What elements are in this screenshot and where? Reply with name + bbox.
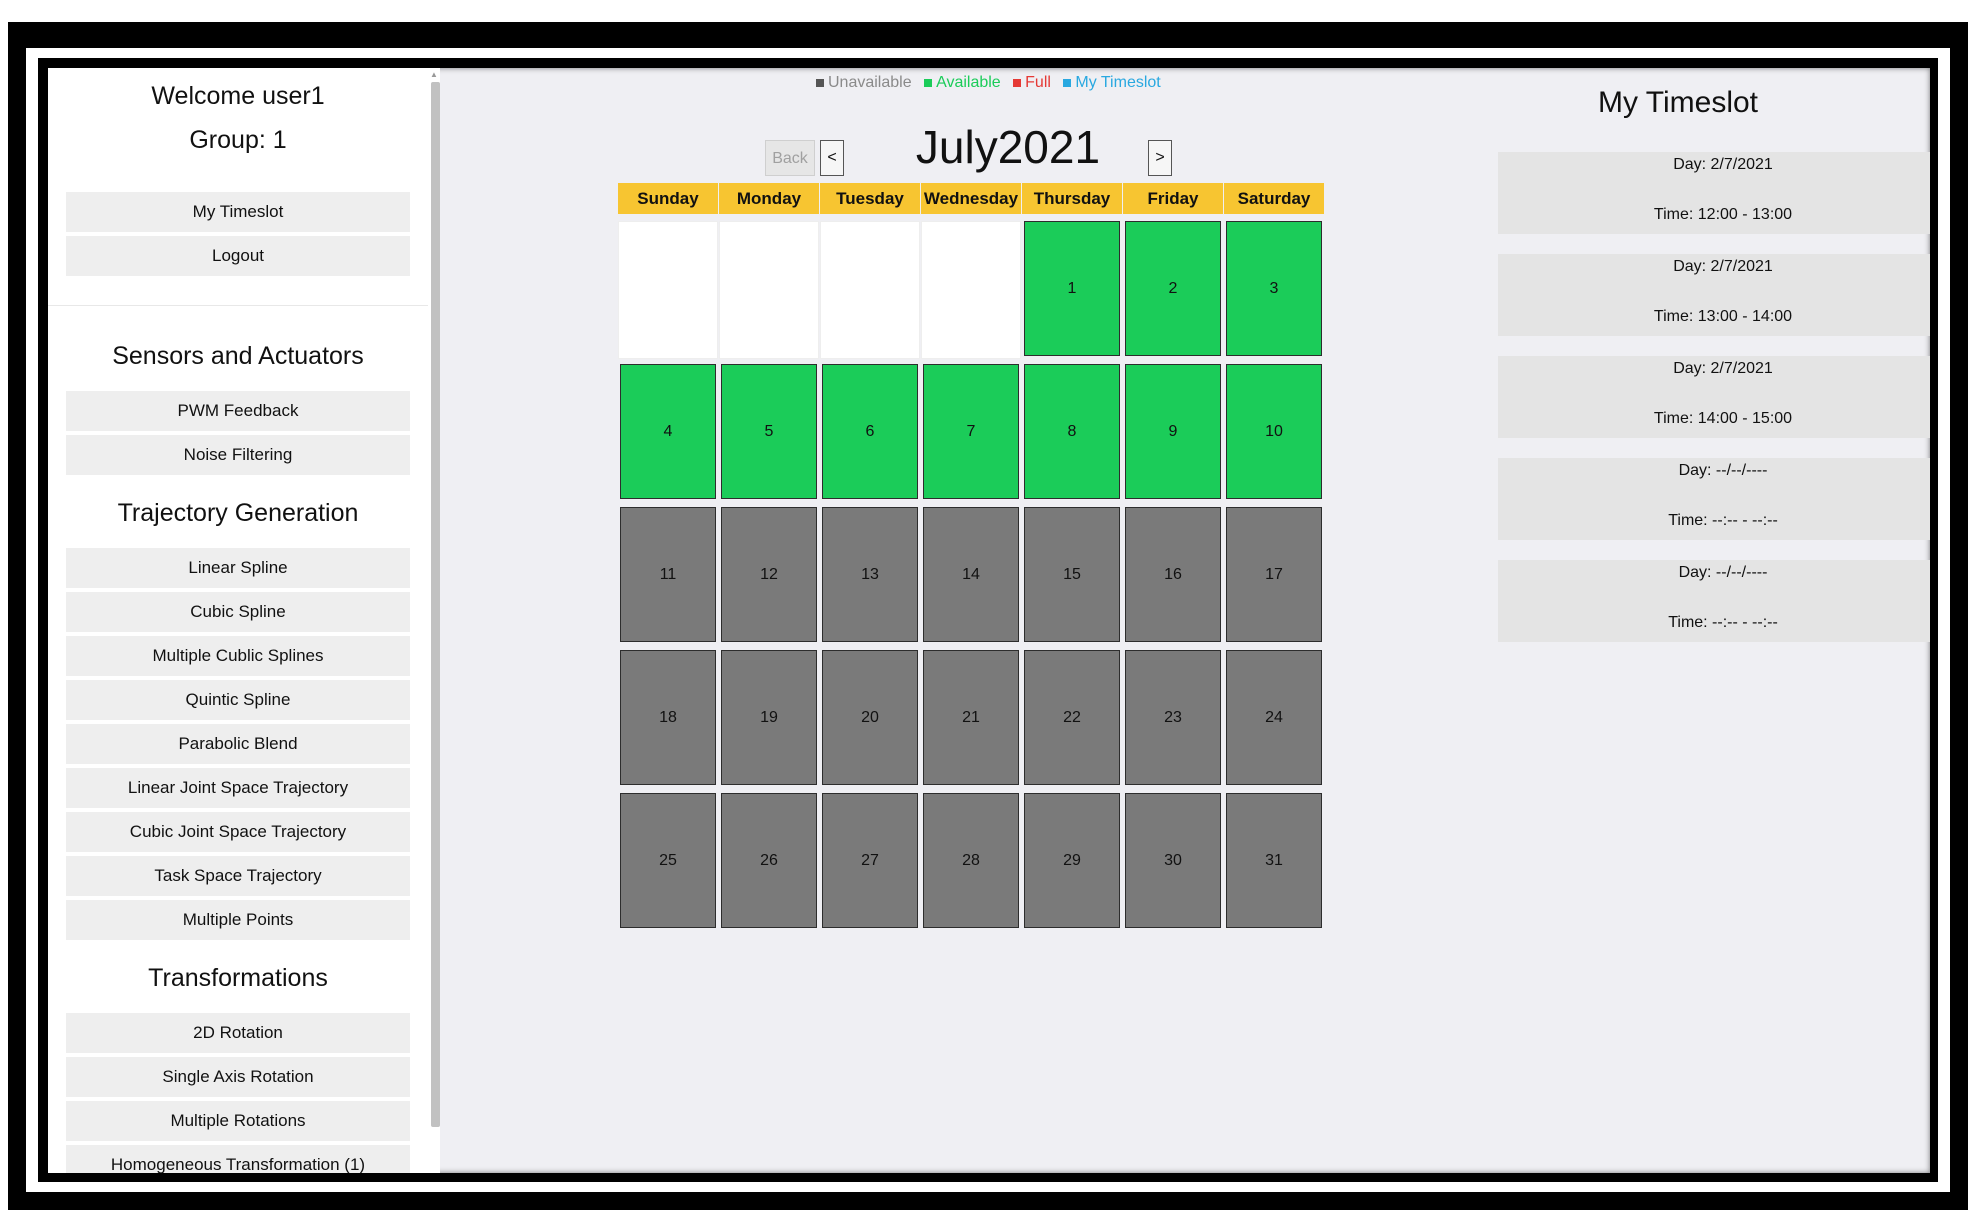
- calendar-empty-cell: [921, 221, 1021, 359]
- legend-full: Full: [1013, 74, 1055, 91]
- calendar-day-cell[interactable]: 28: [923, 793, 1019, 928]
- calendar-day-cell[interactable]: 8: [1024, 364, 1120, 499]
- legend-available: Available: [924, 74, 1005, 91]
- sidebar-item-2d-rotation[interactable]: 2D Rotation: [66, 1013, 410, 1053]
- calendar-day-cell[interactable]: 13: [822, 507, 918, 642]
- timeslot-day: Day: --/--/----: [1678, 462, 1768, 479]
- logout-button[interactable]: Logout: [66, 236, 410, 276]
- sidebar-item-linear-spline[interactable]: Linear Spline: [66, 548, 410, 588]
- timeslot-time: Time: 13:00 - 14:00: [1653, 308, 1793, 325]
- section-title-transformations: Transformations: [148, 964, 328, 992]
- calendar-day-cell[interactable]: 26: [721, 793, 817, 928]
- calendar-day-cell[interactable]: 15: [1024, 507, 1120, 642]
- status-legend: Unavailable Available Full My Timeslot: [816, 74, 1169, 92]
- calendar-day-cell[interactable]: 30: [1125, 793, 1221, 928]
- month-title: July2021: [915, 121, 1101, 173]
- calendar-day-cell[interactable]: 11: [620, 507, 716, 642]
- timeslot-time: Time: 12:00 - 13:00: [1653, 206, 1793, 223]
- sidebar-item-single-axis-rotation[interactable]: Single Axis Rotation: [66, 1057, 410, 1097]
- timeslot-time: Time: --:-- - --:--: [1668, 512, 1778, 529]
- calendar-empty-cell: [618, 221, 718, 359]
- calendar-day-cell[interactable]: 5: [721, 364, 817, 499]
- sidebar-item-parabolic-blend[interactable]: Parabolic Blend: [66, 724, 410, 764]
- calendar-empty-cell: [820, 221, 920, 359]
- sidebar-item-cubic-joint-space[interactable]: Cubic Joint Space Trajectory: [66, 812, 410, 852]
- sidebar-item-multiple-rotations[interactable]: Multiple Rotations: [66, 1101, 410, 1141]
- calendar-day-cell[interactable]: 22: [1024, 650, 1120, 785]
- calendar-day-cell[interactable]: 24: [1226, 650, 1322, 785]
- timeslot-card: Day: 2/7/2021 Time: 13:00 - 14:00: [1498, 254, 1930, 336]
- legend-unavailable: Unavailable: [816, 74, 916, 91]
- sidebar-item-task-space[interactable]: Task Space Trajectory: [66, 856, 410, 896]
- weekday-header: Sunday: [618, 183, 718, 214]
- legend-unavailable-swatch: [816, 78, 824, 87]
- calendar-day-cell[interactable]: 2: [1125, 221, 1221, 356]
- timeslot-time: Time: 14:00 - 15:00: [1653, 410, 1793, 427]
- sidebar-item-noise-filtering[interactable]: Noise Filtering: [66, 435, 410, 475]
- sidebar-item-multiple-points[interactable]: Multiple Points: [66, 900, 410, 940]
- sidebar-item-quintic-spline[interactable]: Quintic Spline: [66, 680, 410, 720]
- next-month-button[interactable]: >: [1148, 140, 1172, 176]
- sidebar-item-pwm-feedback[interactable]: PWM Feedback: [66, 391, 410, 431]
- calendar-day-cell[interactable]: 31: [1226, 793, 1322, 928]
- calendar-day-cell[interactable]: 20: [822, 650, 918, 785]
- weekday-header: Monday: [719, 183, 819, 214]
- calendar-day-cell[interactable]: 12: [721, 507, 817, 642]
- timeslot-day: Day: 2/7/2021: [1673, 360, 1773, 377]
- calendar-day-cell[interactable]: 18: [620, 650, 716, 785]
- calendar-day-cell[interactable]: 7: [923, 364, 1019, 499]
- timeslot-day: Day: 2/7/2021: [1673, 156, 1773, 173]
- timeslot-card: Day: 2/7/2021 Time: 12:00 - 13:00: [1498, 152, 1930, 234]
- calendar-day-cell[interactable]: 4: [620, 364, 716, 499]
- my-timeslot-title: My Timeslot: [1597, 86, 1759, 119]
- calendar-day-cell[interactable]: 17: [1226, 507, 1322, 642]
- calendar-empty-cell: [719, 221, 819, 359]
- sidebar-item-linear-joint-space[interactable]: Linear Joint Space Trajectory: [66, 768, 410, 808]
- section-title-sensors: Sensors and Actuators: [112, 342, 364, 370]
- section-title-trajectory: Trajectory Generation: [117, 499, 359, 527]
- weekday-header: Wednesday: [921, 183, 1021, 214]
- calendar-day-cell[interactable]: 3: [1226, 221, 1322, 356]
- weekday-header: Tuesday: [820, 183, 920, 214]
- sidebar: Welcome user1 Group: 1 My Timeslot Logou…: [48, 68, 428, 1173]
- back-button[interactable]: Back: [765, 140, 815, 176]
- calendar-day-cell[interactable]: 29: [1024, 793, 1120, 928]
- legend-my-timeslot-swatch: [1063, 78, 1072, 87]
- sidebar-item-homogeneous-transformation[interactable]: Homogeneous Transformation (1): [66, 1145, 410, 1173]
- calendar-day-cell[interactable]: 1: [1024, 221, 1120, 356]
- timeslot-time: Time: --:-- - --:--: [1668, 614, 1778, 631]
- welcome-text: Welcome user1: [151, 82, 325, 110]
- calendar-day-cell[interactable]: 16: [1125, 507, 1221, 642]
- weekday-header: Thursday: [1022, 183, 1122, 214]
- timeslot-card: Day: --/--/---- Time: --:-- - --:--: [1498, 458, 1930, 540]
- weekday-header: Saturday: [1224, 183, 1324, 214]
- my-timeslot-button[interactable]: My Timeslot: [66, 192, 410, 232]
- calendar-day-cell[interactable]: 14: [923, 507, 1019, 642]
- timeslot-card: Day: 2/7/2021 Time: 14:00 - 15:00: [1498, 356, 1930, 438]
- legend-my-timeslot: My Timeslot: [1063, 74, 1164, 91]
- group-text: Group: 1: [189, 126, 287, 154]
- sidebar-item-multiple-cubic-splines[interactable]: Multiple Cublic Splines: [66, 636, 410, 676]
- calendar-day-cell[interactable]: 21: [923, 650, 1019, 785]
- sidebar-scrollbar-thumb[interactable]: [431, 82, 440, 1127]
- calendar-day-cell[interactable]: 9: [1125, 364, 1221, 499]
- timeslot-day: Day: 2/7/2021: [1673, 258, 1773, 275]
- calendar-day-cell[interactable]: 6: [822, 364, 918, 499]
- prev-month-button[interactable]: <: [820, 140, 844, 176]
- sidebar-divider: [48, 305, 428, 306]
- legend-available-swatch: [924, 78, 933, 87]
- calendar-day-cell[interactable]: 23: [1125, 650, 1221, 785]
- weekday-header: Friday: [1123, 183, 1223, 214]
- app-screen: Welcome user1 Group: 1 My Timeslot Logou…: [48, 68, 1930, 1173]
- legend-full-swatch: [1013, 78, 1022, 87]
- sidebar-item-cubic-spline[interactable]: Cubic Spline: [66, 592, 410, 632]
- calendar-day-cell[interactable]: 19: [721, 650, 817, 785]
- scroll-up-arrow-icon[interactable]: ▲: [430, 70, 438, 79]
- calendar-day-cell[interactable]: 10: [1226, 364, 1322, 499]
- timeslot-card: Day: --/--/---- Time: --:-- - --:--: [1498, 560, 1930, 642]
- calendar-day-cell[interactable]: 25: [620, 793, 716, 928]
- calendar-day-cell[interactable]: 27: [822, 793, 918, 928]
- timeslot-day: Day: --/--/----: [1678, 564, 1768, 581]
